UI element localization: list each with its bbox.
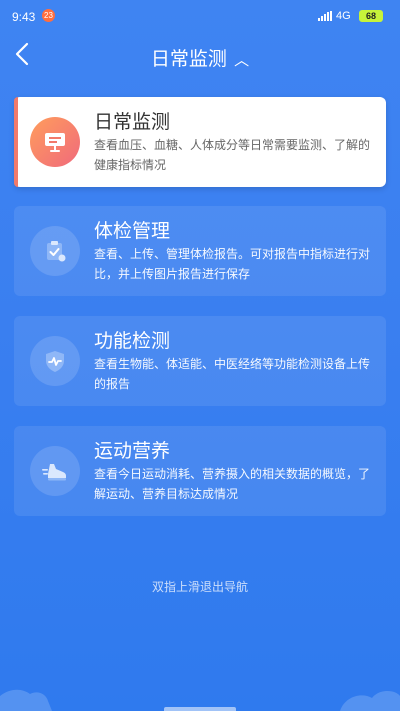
cloud-decoration bbox=[0, 689, 400, 711]
status-bar: 9:43 23 4G 68 bbox=[0, 0, 400, 32]
card-title: 运动营养 bbox=[94, 441, 171, 462]
card-title: 功能检测 bbox=[94, 331, 171, 352]
card-daily-monitoring[interactable]: 日常监测 查看血压、血糖、人体成分等日常需要监测、了解的健康指标情况 bbox=[14, 97, 386, 187]
status-time: 9:43 bbox=[12, 10, 36, 24]
card-exam-management[interactable]: 体检管理 查看、上传、管理体检报告。可对报告中指标进行对比，并上传图片报告进行保… bbox=[14, 206, 386, 296]
clipboard-check-icon bbox=[30, 226, 80, 276]
shield-pulse-icon bbox=[30, 336, 80, 386]
chevron-up-icon: ︿ bbox=[234, 52, 250, 69]
page-title-text: 日常监测 bbox=[150, 49, 227, 70]
battery-icon: 68 bbox=[359, 10, 383, 22]
page-title[interactable]: 日常监测 ︿ bbox=[0, 44, 400, 71]
running-shoe-icon bbox=[30, 446, 80, 496]
card-sports-nutrition[interactable]: 运动营养 查看今日运动消耗、营养摄入的相关数据的概览，了解运动、营养目标达成情况 bbox=[14, 426, 386, 516]
card-description: 查看今日运动消耗、营养摄入的相关数据的概览，了解运动、营养目标达成情况 bbox=[94, 467, 371, 501]
card-function-test[interactable]: 功能检测 查看生物能、体适能、中医经络等功能检测设备上传的报告 bbox=[14, 316, 386, 406]
card-description: 查看血压、血糖、人体成分等日常需要监测、了解的健康指标情况 bbox=[94, 138, 371, 172]
monitor-screen-icon bbox=[30, 117, 80, 167]
notification-badge: 23 bbox=[42, 9, 55, 22]
card-title: 日常监测 bbox=[94, 112, 171, 133]
card-title: 体检管理 bbox=[94, 221, 171, 242]
card-description: 查看、上传、管理体检报告。可对报告中指标进行对比，并上传图片报告进行保存 bbox=[94, 247, 371, 281]
header: 日常监测 ︿ bbox=[0, 32, 400, 80]
card-description: 查看生物能、体适能、中医经络等功能检测设备上传的报告 bbox=[94, 357, 371, 391]
home-indicator[interactable] bbox=[164, 707, 236, 711]
network-type: 4G bbox=[336, 10, 351, 22]
signal-icon bbox=[318, 11, 332, 21]
exit-navigation-hint: 双指上滑退出导航 bbox=[151, 580, 248, 594]
